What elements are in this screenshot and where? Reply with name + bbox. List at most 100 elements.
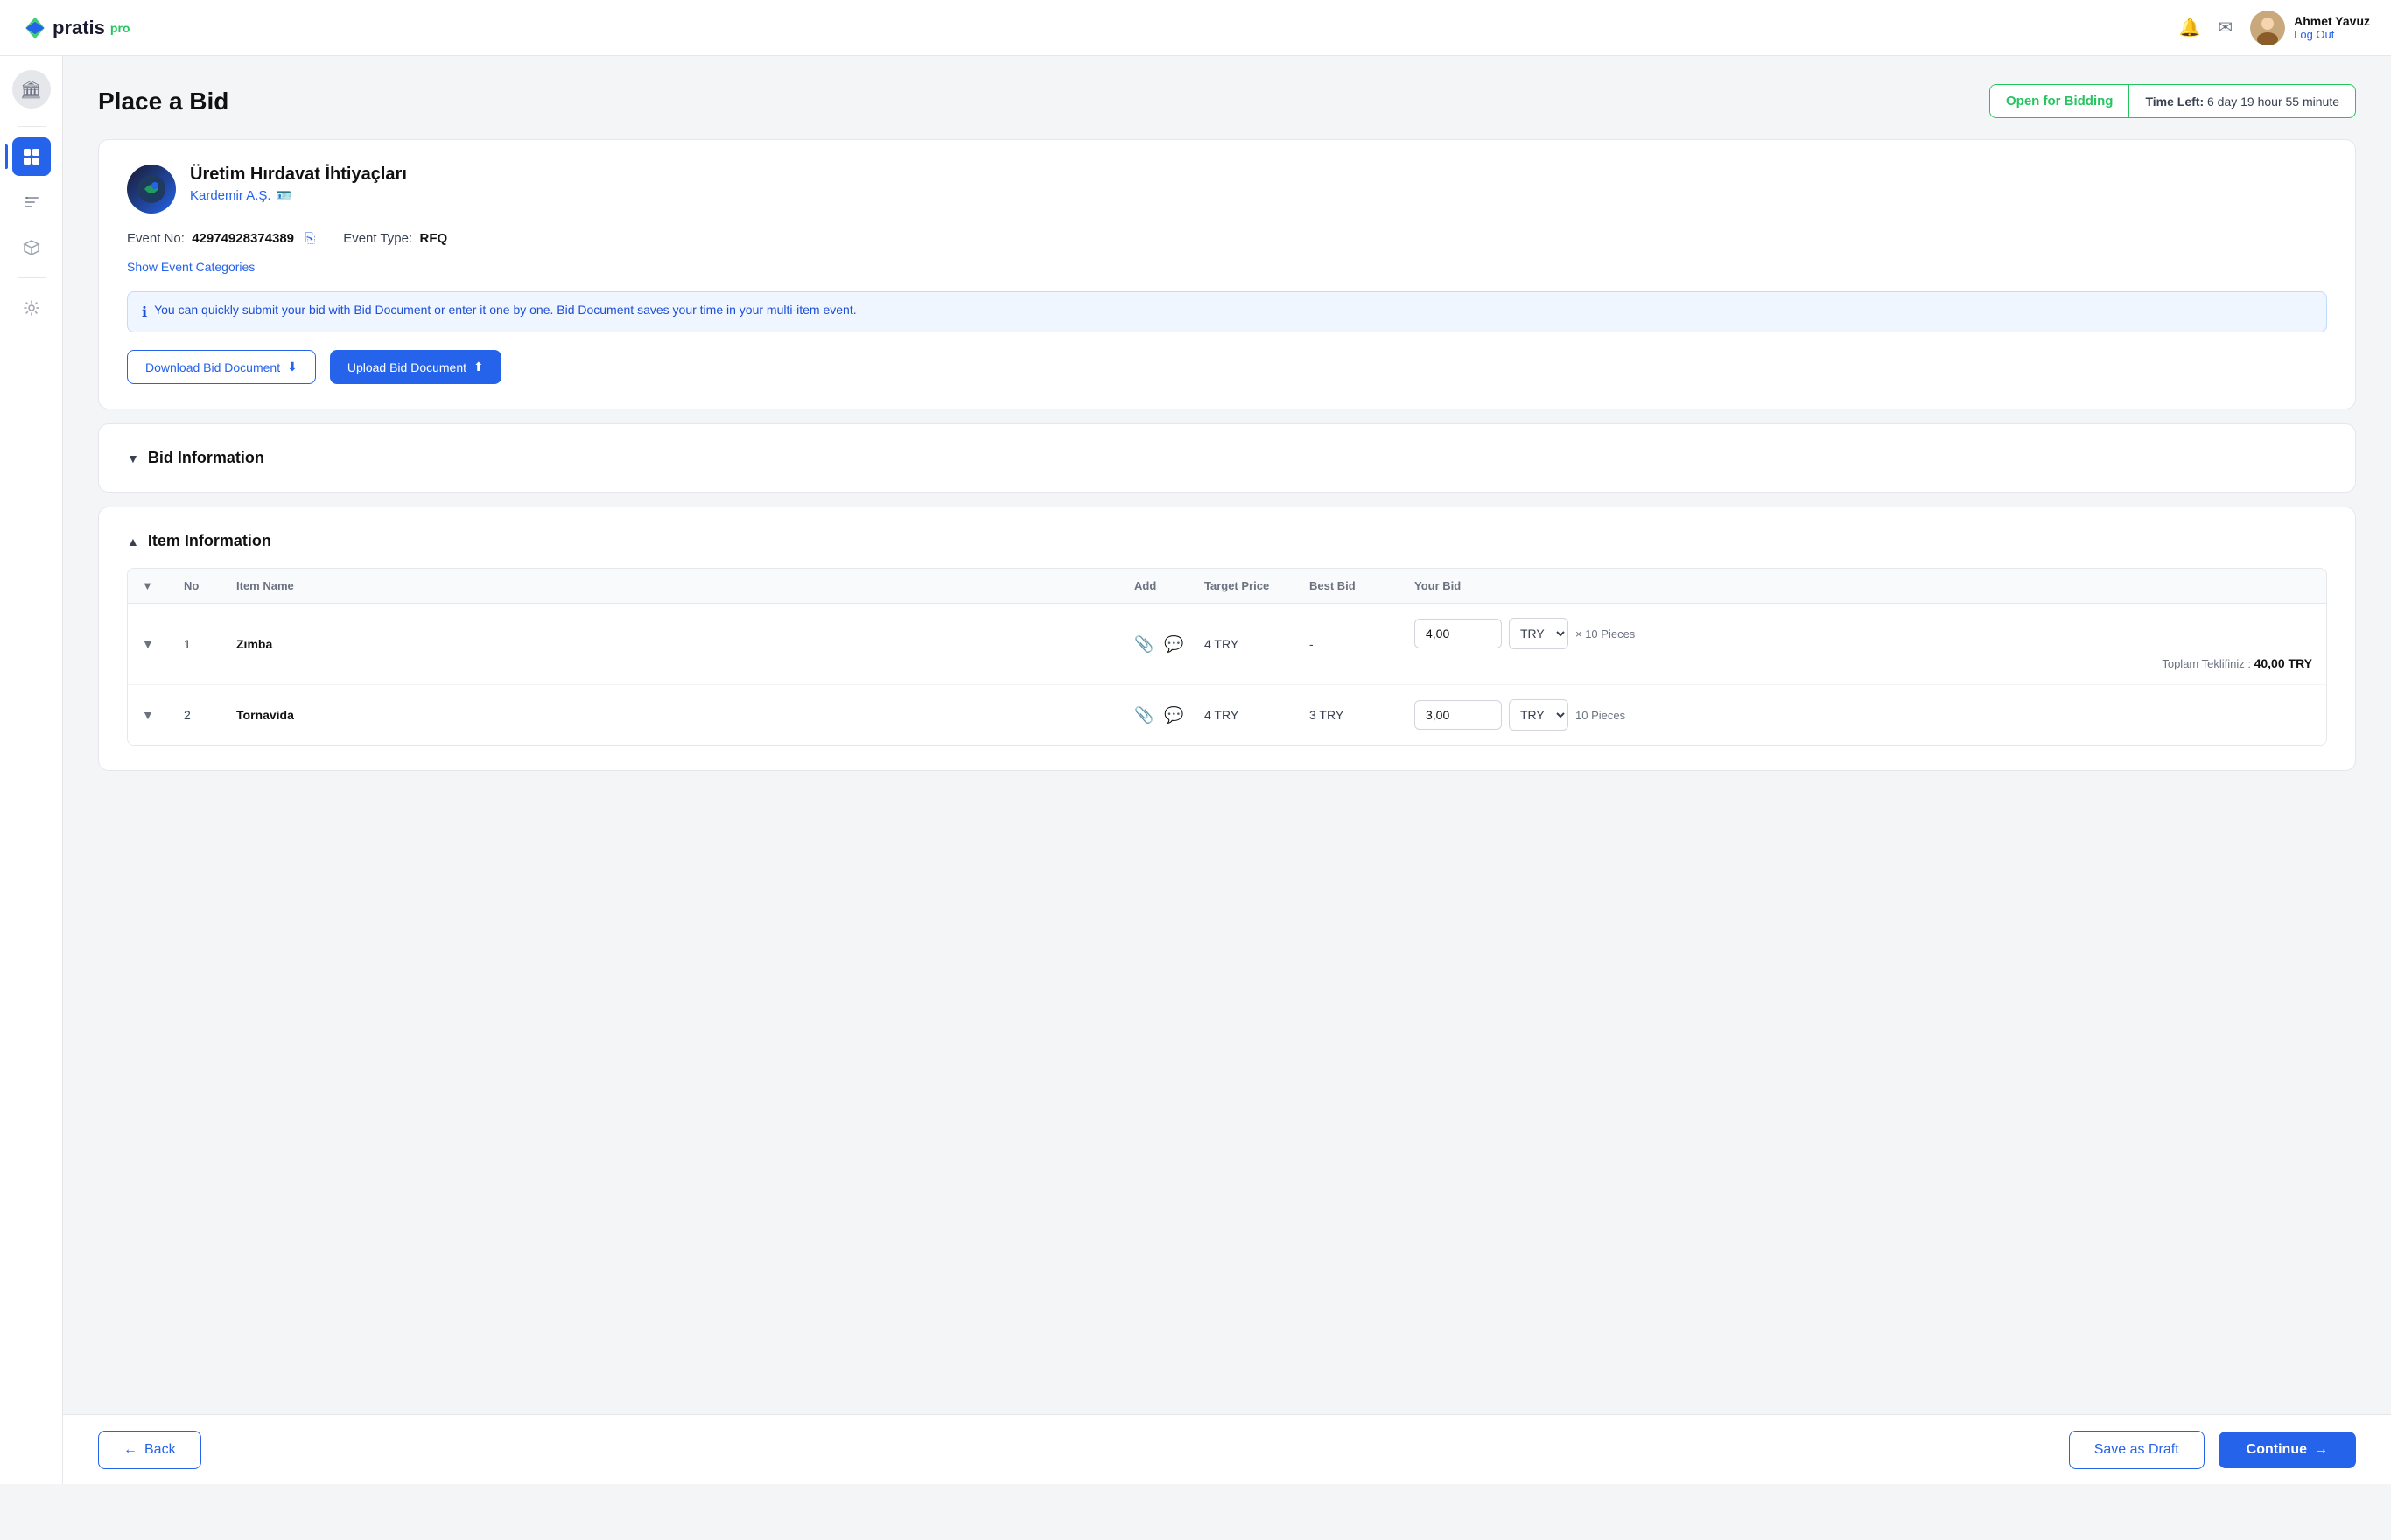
- save-as-draft-button[interactable]: Save as Draft: [2069, 1431, 2205, 1469]
- upload-bid-document-button[interactable]: Upload Bid Document ⬆: [330, 350, 501, 384]
- time-left-display: Time Left: 6 day 19 hour 55 minute: [2129, 86, 2355, 117]
- bid-information-title: Bid Information: [148, 449, 264, 467]
- event-logo: [127, 164, 176, 214]
- logo: pratis pro: [21, 14, 130, 42]
- user-info: Ahmet Yavuz Log Out: [2250, 10, 2370, 46]
- status-badge-area: Open for Bidding Time Left: 6 day 19 hou…: [1989, 84, 2356, 118]
- row1-attach-icon[interactable]: 📎: [1134, 635, 1153, 654]
- sidebar-item-settings[interactable]: [12, 289, 51, 327]
- row2-actions: 📎 💬: [1134, 706, 1204, 724]
- upload-icon: ⬆: [473, 360, 484, 374]
- event-no-value: 42974928374389: [192, 231, 294, 246]
- back-button-label: Back: [144, 1442, 176, 1458]
- notifications-button[interactable]: 🔔: [2178, 17, 2200, 38]
- row1-bid-row: TRY USD EUR × 10 Pieces: [1414, 618, 2312, 649]
- page-header: Place a Bid Open for Bidding Time Left: …: [98, 84, 2356, 118]
- th-add: Add: [1134, 579, 1204, 592]
- download-bid-document-button[interactable]: Download Bid Document ⬇: [127, 350, 316, 384]
- logo-icon: [21, 14, 49, 42]
- event-details: Üretim Hırdavat İhtiyaçları Kardemir A.Ş…: [190, 164, 407, 203]
- logo-name-text: pratis: [53, 17, 105, 39]
- info-message-box: ℹ You can quickly submit your bid with B…: [127, 291, 2327, 332]
- event-info-card: Üretim Hırdavat İhtiyaçları Kardemir A.Ş…: [98, 139, 2356, 410]
- item-information-card: ▲ Item Information ▼ No Item Name Add Ta…: [98, 507, 2356, 771]
- row1-bid-input[interactable]: [1414, 619, 1502, 648]
- back-arrow-icon: ←: [123, 1442, 137, 1458]
- avatar: [2250, 10, 2285, 46]
- bid-information-header: ▼ Bid Information: [127, 449, 2327, 467]
- main-content: Place a Bid Open for Bidding Time Left: …: [63, 56, 2391, 1484]
- company-id-icon: 🪪: [277, 188, 291, 203]
- sidebar-item-3d[interactable]: [12, 228, 51, 267]
- row1-currency-select[interactable]: TRY USD EUR: [1509, 618, 1568, 649]
- row1-item-name: Zımba: [236, 637, 1134, 651]
- messages-button[interactable]: ✉: [2218, 17, 2233, 38]
- document-actions: Download Bid Document ⬇ Upload Bid Docum…: [127, 350, 2327, 384]
- row2-currency-select[interactable]: TRY USD EUR: [1509, 699, 1568, 731]
- row2-bid-row: TRY USD EUR 10 Pieces: [1414, 699, 2312, 731]
- time-left-prefix: Time Left:: [2145, 94, 2204, 108]
- item-info-chevron-icon[interactable]: ▲: [127, 535, 139, 549]
- event-meta: Event No: 42974928374389 ⎘ Event Type: R…: [127, 231, 2327, 246]
- row1-total-line: Toplam Teklifiniz : 40,00 TRY: [1414, 656, 2312, 670]
- sidebar-institution-icon[interactable]: 🏛: [12, 70, 51, 108]
- row1-no: 1: [184, 637, 236, 651]
- upload-bid-document-label: Upload Bid Document: [347, 360, 466, 374]
- event-header: Üretim Hırdavat İhtiyaçları Kardemir A.Ş…: [127, 164, 2327, 214]
- info-message-text: You can quickly submit your bid with Bid…: [154, 303, 857, 317]
- row2-no: 2: [184, 708, 236, 722]
- event-no-label: Event No: 42974928374389 ⎘: [127, 231, 315, 246]
- copy-icon[interactable]: ⎘: [305, 231, 315, 246]
- row2-expand[interactable]: ▼: [142, 708, 184, 722]
- right-actions: Save as Draft Continue →: [2069, 1431, 2356, 1469]
- row1-total-amount: 40,00 TRY: [2254, 656, 2312, 670]
- page-title: Place a Bid: [98, 88, 228, 116]
- row2-bid-input-group: TRY USD EUR 10 Pieces: [1414, 699, 2312, 731]
- grid-icon: [22, 147, 41, 166]
- bid-information-card: ▼ Bid Information: [98, 424, 2356, 493]
- download-bid-document-label: Download Bid Document: [145, 360, 280, 374]
- th-best-bid: Best Bid: [1309, 579, 1414, 592]
- row1-actions: 📎 💬: [1134, 635, 1204, 654]
- tasks-icon: [22, 192, 41, 212]
- row1-bid-input-group: TRY USD EUR × 10 Pieces Toplam Teklifini…: [1414, 618, 2312, 670]
- row2-your-bid: TRY USD EUR 10 Pieces: [1414, 699, 2312, 731]
- row1-unit: × 10 Pieces: [1575, 627, 1635, 640]
- sidebar-item-tasks[interactable]: [12, 183, 51, 221]
- table-header-row: ▼ No Item Name Add Target Price Best Bid…: [128, 569, 2326, 604]
- row2-bid-input[interactable]: [1414, 700, 1502, 730]
- event-type: Event Type: RFQ: [343, 231, 447, 246]
- row2-target-price: 4 TRY: [1204, 708, 1309, 722]
- event-name: Üretim Hırdavat İhtiyaçları: [190, 164, 407, 185]
- row2-item-name: Tornavida: [236, 708, 1134, 722]
- row2-comment-icon[interactable]: 💬: [1164, 706, 1183, 724]
- item-information-header: ▲ Item Information: [127, 532, 2327, 550]
- back-button[interactable]: ← Back: [98, 1431, 201, 1469]
- continue-arrow-icon: →: [2314, 1442, 2328, 1458]
- sidebar-divider-1: [18, 126, 46, 127]
- th-no: No: [184, 579, 236, 592]
- sort-icon: ▼: [142, 579, 153, 592]
- row1-expand[interactable]: ▼: [142, 637, 184, 651]
- top-navigation: pratis pro 🔔 ✉ Ahmet Yavuz Log Out: [0, 0, 2391, 56]
- items-table: ▼ No Item Name Add Target Price Best Bid…: [127, 568, 2327, 746]
- row1-comment-icon[interactable]: 💬: [1164, 635, 1183, 654]
- event-logo-icon: [137, 175, 165, 203]
- th-item-name: Item Name: [236, 579, 1134, 592]
- row2-attach-icon[interactable]: 📎: [1134, 706, 1153, 724]
- row1-best-bid: -: [1309, 637, 1414, 651]
- sidebar: 🏛: [0, 56, 63, 1484]
- user-name: Ahmet Yavuz: [2294, 14, 2370, 28]
- table-row: ▼ 2 Tornavida 📎 💬 4 TRY 3 TRY: [128, 685, 2326, 745]
- continue-button[interactable]: Continue →: [2219, 1432, 2356, 1468]
- sidebar-item-dashboard[interactable]: [12, 137, 51, 176]
- row1-action-icons: 📎 💬: [1134, 635, 1204, 654]
- nav-right: 🔔 ✉ Ahmet Yavuz Log Out: [2178, 10, 2370, 46]
- bid-info-chevron-icon[interactable]: ▼: [127, 452, 139, 466]
- show-categories-link[interactable]: Show Event Categories: [127, 260, 2327, 274]
- logout-link[interactable]: Log Out: [2294, 28, 2370, 41]
- cube-icon: [22, 238, 41, 257]
- row2-action-icons: 📎 💬: [1134, 706, 1204, 724]
- th-your-bid: Your Bid: [1414, 579, 2312, 592]
- th-target-price: Target Price: [1204, 579, 1309, 592]
